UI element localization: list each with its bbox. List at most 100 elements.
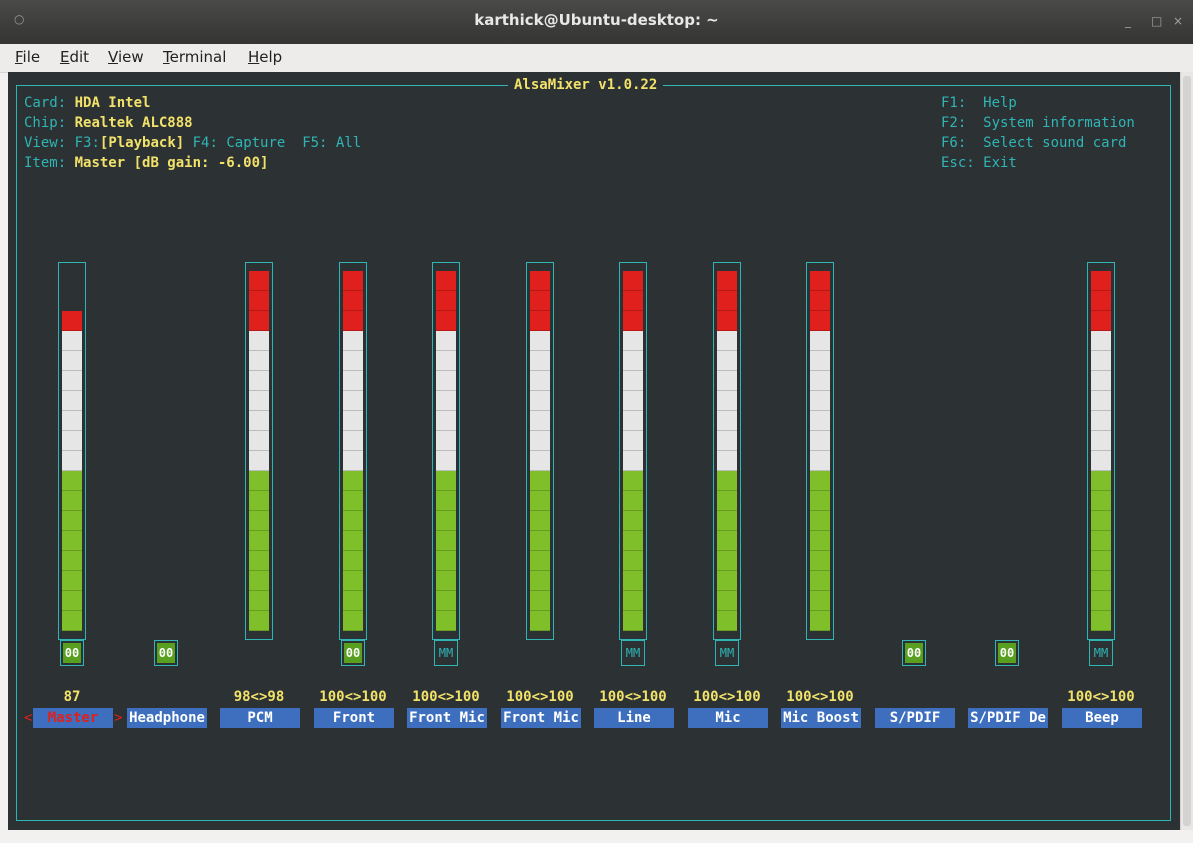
mute-toggle[interactable]: 00 [341, 640, 365, 666]
volume-level-block [623, 591, 643, 611]
menu-help[interactable]: Help [248, 48, 282, 66]
terminal-area[interactable]: AlsaMixer v1.0.22 Card: HDA Intel Chip: … [8, 72, 1180, 830]
channel-label[interactable]: Master [33, 708, 113, 728]
volume-level-block [1091, 591, 1111, 611]
mute-toggle[interactable]: MM [434, 640, 458, 666]
mute-toggle[interactable]: MM [621, 640, 645, 666]
volume-level-block [717, 571, 737, 591]
volume-fader[interactable] [1087, 262, 1115, 640]
volume-fader[interactable] [526, 262, 554, 640]
mute-toggle[interactable]: MM [715, 640, 739, 666]
volume-fader[interactable] [713, 262, 741, 640]
scrollbar[interactable] [1180, 72, 1193, 830]
menu-terminal[interactable]: Terminal [163, 48, 226, 66]
level-divider [810, 610, 830, 611]
volume-fader[interactable] [339, 262, 367, 640]
volume-fader[interactable] [619, 262, 647, 640]
volume-level-block [810, 451, 830, 471]
volume-level-block [810, 311, 830, 331]
channel-label[interactable]: Front [314, 708, 394, 728]
volume-level-block [343, 411, 363, 431]
level-divider [623, 590, 643, 591]
channel-label[interactable]: Line [594, 708, 674, 728]
volume-level-block [623, 571, 643, 591]
channel-label[interactable]: Front Mic [501, 708, 581, 728]
volume-level-block [623, 411, 643, 431]
channel-label[interactable]: Mic [688, 708, 768, 728]
mute-toggle[interactable]: 00 [995, 640, 1019, 666]
menu-file[interactable]: File [15, 48, 40, 66]
volume-level-block [810, 391, 830, 411]
scrollbar-thumb[interactable] [1183, 76, 1191, 826]
volume-fader[interactable] [245, 262, 273, 640]
mute-toggle[interactable]: MM [1089, 640, 1113, 666]
volume-level-block [623, 351, 643, 371]
volume-fader[interactable] [806, 262, 834, 640]
volume-level-block [249, 431, 269, 451]
level-divider [810, 330, 830, 331]
card-line: Card: HDA Intel [24, 93, 150, 113]
level-divider [62, 510, 82, 511]
level-divider [436, 330, 456, 331]
level-divider [249, 570, 269, 571]
channel-label[interactable]: Front Mic [407, 708, 487, 728]
mute-state: 00 [63, 643, 81, 663]
level-divider [249, 410, 269, 411]
menu-view-rest: iew [117, 48, 144, 66]
volume-level-block [249, 531, 269, 551]
volume-level-block [436, 451, 456, 471]
volume-level-block [810, 431, 830, 451]
volume-level-block [62, 451, 82, 471]
level-divider [810, 290, 830, 291]
level-divider [62, 470, 82, 471]
channel-label[interactable]: Headphone [127, 708, 207, 728]
volume-level-block [623, 431, 643, 451]
volume-level-block [62, 431, 82, 451]
card-label: Card: [24, 95, 67, 111]
close-icon[interactable]: × [1173, 14, 1183, 28]
volume-level-block [62, 371, 82, 391]
mute-toggle[interactable]: 00 [60, 640, 84, 666]
channel-label[interactable]: Beep [1062, 708, 1142, 728]
menu-help-rest: elp [259, 48, 283, 66]
channel-label[interactable]: S/PDIF De [968, 708, 1048, 728]
level-divider [717, 630, 737, 631]
volume-level-block [623, 471, 643, 491]
level-divider [717, 410, 737, 411]
level-divider [249, 510, 269, 511]
volume-level-block [1091, 471, 1111, 491]
level-divider [717, 350, 737, 351]
level-divider [62, 370, 82, 371]
volume-level-block [343, 491, 363, 511]
volume-level-block [343, 591, 363, 611]
menu-view-mnemonic: V [108, 48, 118, 66]
menu-view[interactable]: View [108, 48, 144, 66]
menu-edit[interactable]: Edit [60, 48, 89, 66]
volume-level-block [623, 611, 643, 631]
channel-label[interactable]: PCM [220, 708, 300, 728]
mute-toggle[interactable]: 00 [154, 640, 178, 666]
level-divider [249, 290, 269, 291]
volume-level-block [1091, 431, 1111, 451]
minimize-icon[interactable]: _ [1125, 14, 1131, 28]
level-divider [810, 530, 830, 531]
maximize-icon[interactable]: □ [1151, 14, 1162, 28]
channel-label[interactable]: S/PDIF [875, 708, 955, 728]
level-divider [343, 530, 363, 531]
view-playback: [Playback] [99, 135, 185, 151]
volume-level-block [62, 471, 82, 491]
volume-level-block [717, 431, 737, 451]
level-divider [530, 290, 550, 291]
volume-value: 100<>100 [1067, 689, 1135, 705]
mute-toggle[interactable]: 00 [902, 640, 926, 666]
channel-label[interactable]: Mic Boost [781, 708, 861, 728]
level-divider [249, 590, 269, 591]
volume-level-block [717, 451, 737, 471]
volume-level-block [343, 531, 363, 551]
level-divider [717, 430, 737, 431]
volume-level-block [436, 591, 456, 611]
volume-fader[interactable] [432, 262, 460, 640]
volume-fader[interactable] [58, 262, 86, 640]
volume-level-block [436, 411, 456, 431]
volume-level-block [436, 431, 456, 451]
